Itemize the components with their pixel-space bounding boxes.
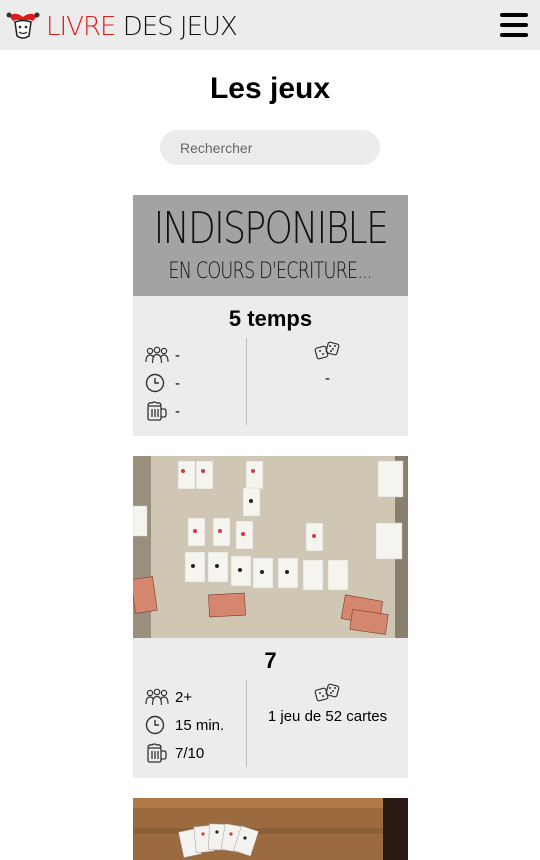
- menu-bar: [500, 13, 528, 17]
- logo-word-livre: LIVRE: [46, 12, 116, 42]
- duration-row: -: [145, 369, 246, 397]
- beer-mug-icon: [147, 401, 167, 421]
- beer-mug-icon: [147, 743, 167, 763]
- people-icon: [145, 346, 169, 364]
- card-game-photo: [133, 798, 408, 860]
- jester-logo-icon: [6, 12, 40, 39]
- players-value: 2+: [175, 688, 193, 706]
- people-icon: [145, 688, 169, 706]
- menu-bar: [500, 33, 528, 37]
- game-stats: 2+ 15 min. 7/10: [145, 680, 247, 767]
- game-card-7[interactable]: 7 2+ 15 min. 7/10 1 jeu de 52 cartes: [133, 456, 408, 778]
- players-row: -: [145, 341, 246, 369]
- brand-logo[interactable]: LIVRE DES JEUX: [6, 9, 238, 42]
- players-value: -: [175, 346, 180, 364]
- game-title: 5 temps: [228, 306, 313, 331]
- game-stats: - - -: [145, 338, 247, 425]
- material-value: -: [325, 370, 330, 387]
- duration-value: 15 min.: [175, 716, 225, 734]
- menu-bar: [500, 23, 528, 27]
- solitaire-photo: [133, 456, 408, 638]
- duration-value: -: [175, 374, 180, 392]
- rating-row: 7/10: [145, 739, 246, 767]
- duration-row: 15 min.: [145, 711, 246, 739]
- material-value: 1 jeu de 52 cartes: [267, 708, 388, 725]
- game-image-unavailable: INDISPONIBLE EN COURS D'ECRITURE...: [133, 195, 408, 296]
- clock-icon: [145, 373, 165, 393]
- logo-word-des-jeux: DES JEUX: [115, 12, 238, 42]
- dice-icon: [314, 341, 339, 360]
- rating-value: -: [175, 402, 180, 420]
- hamburger-menu-icon[interactable]: [500, 13, 528, 37]
- players-row: 2+: [145, 683, 246, 711]
- game-card-5-temps[interactable]: INDISPONIBLE EN COURS D'ECRITURE... 5 te…: [133, 195, 408, 436]
- logo-wordmark: LIVRE DES JEUX: [46, 12, 238, 42]
- game-info: - - - -: [133, 332, 408, 435]
- page-title: Les jeux: [209, 72, 331, 105]
- rating-row: -: [145, 397, 246, 425]
- game-material: -: [247, 338, 408, 425]
- clock-icon: [145, 715, 165, 735]
- top-bar: LIVRE DES JEUX: [0, 0, 540, 50]
- game-material: 1 jeu de 52 cartes: [247, 680, 408, 767]
- game-title: 7: [264, 648, 277, 673]
- unavailable-text: INDISPONIBLE: [153, 203, 389, 254]
- rating-value: 7/10: [175, 744, 205, 762]
- search-input[interactable]: [160, 130, 380, 165]
- game-card-partial[interactable]: [133, 798, 408, 860]
- game-info: 2+ 15 min. 7/10 1 jeu de 52 cartes: [133, 674, 408, 777]
- dice-icon: [314, 683, 339, 702]
- in-writing-text: EN COURS D'ECRITURE...: [168, 259, 373, 284]
- game-image-solitaire: [133, 456, 408, 638]
